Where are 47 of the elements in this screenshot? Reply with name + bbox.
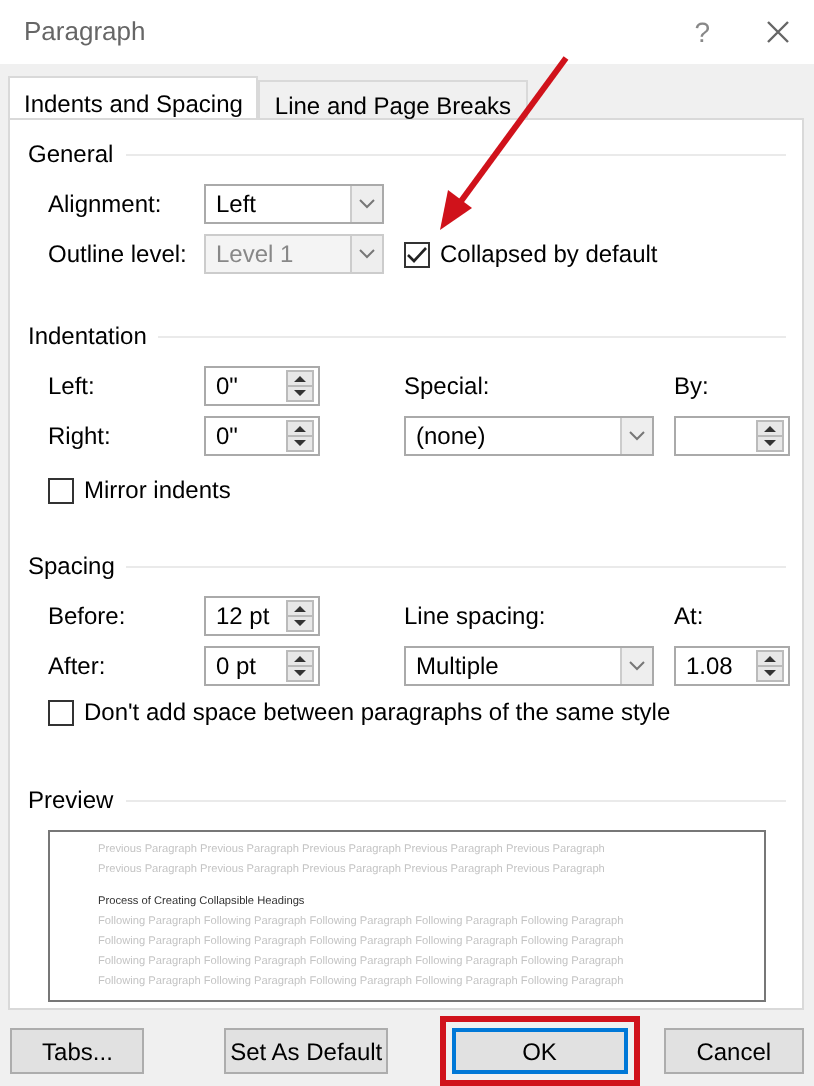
field-label: Line spacing:: [404, 600, 548, 634]
spin-arrows-icon[interactable]: [286, 370, 314, 402]
spin-arrows-icon[interactable]: [286, 600, 314, 632]
window-title: Paragraph: [24, 14, 148, 51]
section-heading: General: [28, 138, 114, 172]
tab[interactable]: Indents and Spacing: [8, 76, 259, 118]
field-label: Special:: [404, 370, 492, 404]
help-button[interactable]: ?: [694, 11, 710, 53]
spin-arrows-icon[interactable]: [286, 650, 314, 682]
spin-arrows-icon[interactable]: [756, 420, 784, 452]
tab[interactable]: Line and Page Breaks: [258, 80, 528, 118]
section-heading: Spacing: [28, 550, 115, 584]
field-label: Before:: [48, 600, 128, 634]
chevron-down-icon[interactable]: [628, 430, 646, 442]
checkbox-label: Mirror indents: [84, 474, 231, 508]
field-label: After:: [48, 650, 108, 684]
checkbox[interactable]: [404, 241, 430, 267]
field-label: At:: [674, 600, 706, 634]
field-label: Left:: [48, 370, 97, 404]
field-label: By:: [674, 370, 711, 404]
checkbox-label: Collapsed by default: [440, 238, 658, 272]
dialog-button[interactable]: Tabs...: [10, 1028, 145, 1074]
chevron-down-icon[interactable]: [358, 198, 376, 210]
spin-field[interactable]: 0 pt: [204, 646, 320, 686]
dropdown[interactable]: Multiple: [404, 646, 654, 686]
spin-arrows-icon[interactable]: [756, 650, 784, 682]
spin-field[interactable]: [674, 416, 790, 456]
field-label: Alignment:: [48, 188, 164, 222]
spin-arrows-icon[interactable]: [286, 420, 314, 452]
field-label: Right:: [48, 420, 113, 454]
dropdown[interactable]: Left: [204, 184, 384, 224]
spin-field[interactable]: 0": [204, 416, 320, 456]
checkbox-label: Don't add space between paragraphs of the same style: [84, 696, 671, 730]
section-heading: Preview: [28, 784, 114, 818]
dropdown[interactable]: (none): [404, 416, 654, 456]
dialog-button[interactable]: Cancel: [663, 1028, 804, 1074]
dialog-button[interactable]: Set As Default: [224, 1028, 388, 1074]
field-label: Outline level:: [48, 238, 189, 272]
spin-field[interactable]: 1.08: [674, 646, 790, 686]
section-heading: Indentation: [28, 320, 147, 354]
checkbox[interactable]: [48, 699, 74, 725]
checkbox[interactable]: [48, 477, 74, 503]
close-icon[interactable]: [766, 20, 790, 44]
chevron-down-icon[interactable]: [628, 660, 646, 672]
dialog-button[interactable]: OK: [451, 1028, 628, 1074]
spin-field[interactable]: 12 pt: [204, 596, 320, 636]
spin-field[interactable]: 0": [204, 366, 320, 406]
